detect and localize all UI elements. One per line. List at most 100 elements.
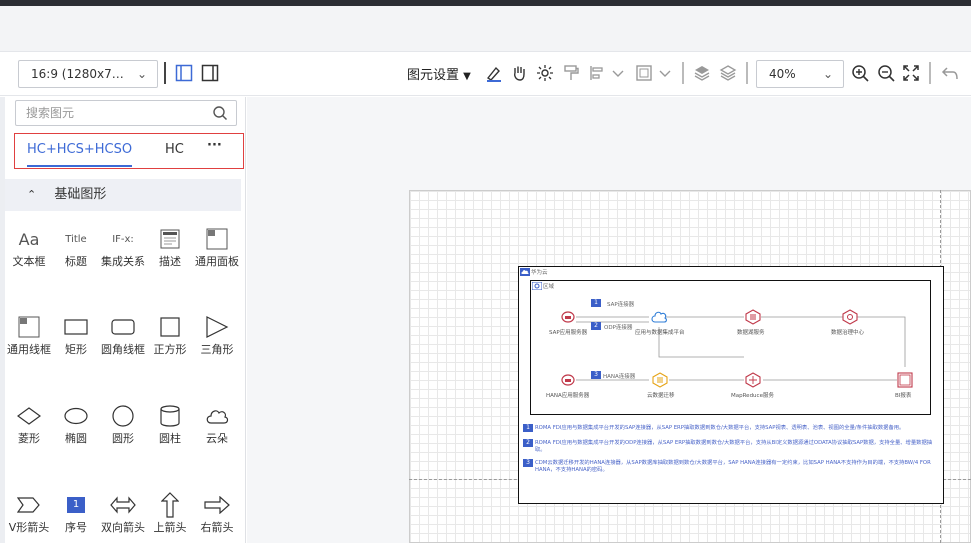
shape-cloud[interactable]: 云朵 <box>194 402 240 445</box>
shape-right-arrow[interactable]: 右箭头 <box>194 491 240 534</box>
search-icon <box>213 106 228 121</box>
description-1: ROMA FDI应用与数据集成平台开发的SAP连接器，从SAP ERP抽取数据到… <box>535 425 905 431</box>
connector-badge-2: 2 <box>591 322 601 330</box>
shape-description[interactable]: 描述 <box>147 225 193 268</box>
shape-frame[interactable]: 通用线框 <box>6 313 52 356</box>
shape-up-arrow[interactable]: 上箭头 <box>147 491 193 534</box>
rectangle-icon <box>53 313 99 341</box>
bi-report-icon <box>897 372 913 388</box>
toolbar-separator <box>746 62 748 84</box>
shape-library-sidebar: 搜索图元 HC+HCS+HCSO HC ··· ⌃ 基础图形 Aa 文本框 Ti… <box>5 97 246 543</box>
node-data-lake: 数据湖服务 <box>737 330 765 336</box>
shape-ellipse[interactable]: 椭圆 <box>53 402 99 445</box>
textbox-icon: Aa <box>18 229 40 249</box>
search-input[interactable]: 搜索图元 <box>15 100 237 126</box>
fit-frame-icon[interactable] <box>634 62 654 84</box>
shape-textbox[interactable]: Aa 文本框 <box>6 225 52 269</box>
double-arrow-icon <box>100 491 146 519</box>
shape-double-arrow[interactable]: 双向箭头 <box>100 491 146 534</box>
shape-square[interactable]: 正方形 <box>147 313 193 356</box>
node-migration: 云数据迁移 <box>647 393 675 399</box>
up-arrow-icon <box>147 491 193 519</box>
tab-hc[interactable]: HC <box>165 142 184 157</box>
node-sap-server: SAP应用服务器 <box>549 330 588 336</box>
description-icon <box>147 225 193 253</box>
triangle-icon <box>194 313 240 341</box>
chevron-up-icon: ⌃ <box>27 188 37 201</box>
left-panel-toggle-icon[interactable] <box>174 62 194 84</box>
shape-panel[interactable]: 通用面板 <box>194 225 240 268</box>
shape-cylinder[interactable]: 圆柱 <box>147 402 193 445</box>
caret-down-icon: ▼ <box>463 71 471 82</box>
shape-chevron-arrow[interactable]: V形箭头 <box>6 491 52 534</box>
integration-icon: IF-x: <box>112 233 134 245</box>
right-panel-toggle-icon[interactable] <box>200 62 220 84</box>
right-arrow-icon <box>194 491 240 519</box>
round-rect-icon <box>100 313 146 341</box>
align-icon[interactable] <box>587 62 607 84</box>
zoom-value: 40% <box>769 67 796 81</box>
sap-server-icon <box>561 311 575 323</box>
integration-platform-icon <box>651 311 667 323</box>
library-tabs: HC+HCS+HCSO HC ··· <box>14 133 244 169</box>
shape-circle[interactable]: 圆形 <box>100 402 146 445</box>
panel-icon <box>194 225 240 253</box>
chevron-down-icon: ⌄ <box>822 67 833 81</box>
toolbar-separator <box>164 62 166 84</box>
shape-rectangle[interactable]: 矩形 <box>53 313 99 356</box>
shape-round-rect[interactable]: 圆角线框 <box>100 313 146 356</box>
shape-triangle[interactable]: 三角形 <box>194 313 240 356</box>
node-hana-server: HANA应用服务器 <box>546 393 590 399</box>
element-settings-menu[interactable]: 图元设置 ▼ <box>407 64 471 83</box>
circle-icon <box>100 402 146 430</box>
connector-hana: HANA连接器 <box>603 374 636 380</box>
connector-badge-3: 3 <box>591 371 601 379</box>
zoom-out-icon[interactable] <box>876 62 896 84</box>
layer-up-icon[interactable] <box>692 62 712 84</box>
hand-icon[interactable] <box>509 62 529 84</box>
tab-more[interactable]: ··· <box>207 138 222 153</box>
connector-sap: SAP连接器 <box>607 302 635 308</box>
page-size-select[interactable]: 16:9 (1280x7… ⌄ <box>18 60 158 88</box>
desc-badge-2: 2 <box>523 439 533 447</box>
zoom-select[interactable]: 40% ⌄ <box>756 60 844 88</box>
toolbar-separator <box>682 62 684 84</box>
shape-integration[interactable]: IF-x: 集成关系 <box>100 225 146 269</box>
migration-icon <box>652 372 668 388</box>
chevron-down-icon: ⌄ <box>136 67 147 81</box>
magic-select-icon[interactable] <box>535 62 555 84</box>
chevron-down-icon[interactable] <box>608 62 628 84</box>
search-placeholder: 搜索图元 <box>26 106 75 120</box>
chevron-down-icon[interactable] <box>655 62 675 84</box>
header-strip <box>0 6 971 52</box>
layer-down-icon[interactable] <box>718 62 738 84</box>
page-size-value: 16:9 (1280x7… <box>31 67 124 81</box>
tab-hc-hcs-hcso[interactable]: HC+HCS+HCSO <box>27 142 133 167</box>
brush-icon[interactable] <box>484 62 504 84</box>
ellipse-icon <box>53 402 99 430</box>
cloud-icon <box>194 402 240 430</box>
diamond-icon <box>6 402 52 430</box>
shape-sequence[interactable]: 1 序号 <box>53 491 99 534</box>
data-lake-icon <box>745 309 761 325</box>
section-basic-shapes[interactable]: ⌃ 基础图形 <box>5 179 241 211</box>
shape-diamond[interactable]: 菱形 <box>6 402 52 445</box>
desc-badge-1: 1 <box>523 424 533 432</box>
architecture-diagram[interactable]: 华为云 区域 SAP应用服务器 应用与数据集成平台 数据湖服务 数据治理中心 H… <box>518 266 944 504</box>
title-icon: Title <box>65 233 87 245</box>
connector-badge-1: 1 <box>591 299 601 307</box>
toolbar-separator <box>929 62 931 84</box>
zoom-in-icon[interactable] <box>850 62 870 84</box>
connector-odp: ODP连接器 <box>604 325 633 331</box>
shape-title[interactable]: Title 标题 <box>53 225 99 269</box>
hana-server-icon <box>561 374 575 386</box>
desc-badge-3: 3 <box>523 459 533 467</box>
element-settings-label: 图元设置 <box>407 68 460 83</box>
undo-icon[interactable] <box>940 62 960 84</box>
format-painter-icon[interactable] <box>561 62 581 84</box>
section-title: 基础图形 <box>54 187 107 202</box>
data-governance-icon <box>842 309 858 325</box>
node-data-governance: 数据治理中心 <box>831 330 865 336</box>
fullscreen-icon[interactable] <box>901 62 921 84</box>
sequence-number-icon: 1 <box>53 491 99 519</box>
